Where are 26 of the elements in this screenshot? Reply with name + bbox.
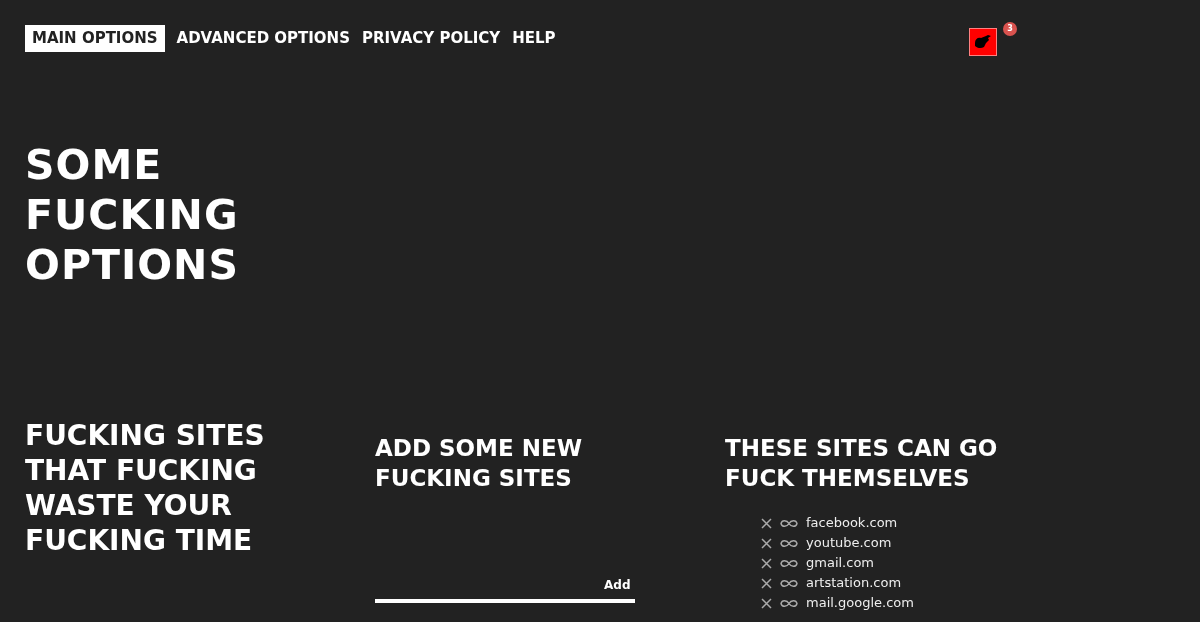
remove-icon[interactable] xyxy=(761,597,772,609)
infinity-icon[interactable] xyxy=(780,598,798,608)
site-domain: youtube.com xyxy=(806,534,892,553)
infinity-icon[interactable] xyxy=(780,518,798,528)
nav-tab[interactable]: MAIN OPTIONS xyxy=(25,25,165,52)
site-domain: artstation.com xyxy=(806,574,902,593)
section-heading: FUCKING SITES THAT FUCKING WASTE YOUR FUCKING TIME xyxy=(25,418,266,558)
remove-icon[interactable] xyxy=(761,577,772,589)
infinity-icon[interactable] xyxy=(780,558,798,568)
site-domain: mail.google.com xyxy=(806,594,914,613)
extension-icon[interactable] xyxy=(969,28,997,56)
remove-icon[interactable] xyxy=(761,517,772,529)
add-button[interactable]: Add xyxy=(604,576,631,594)
remove-icon[interactable] xyxy=(761,537,772,549)
notification-badge: 3 xyxy=(1003,22,1017,36)
page-title: SOME FUCKING OPTIONS xyxy=(25,140,240,290)
infinity-icon[interactable] xyxy=(780,538,798,548)
site-domain: facebook.com xyxy=(806,514,898,533)
section-heading: THESE SITES CAN GO FUCK THEMSELVES xyxy=(725,434,999,493)
section-heading: ADD SOME NEW FUCKING SITES xyxy=(375,434,584,493)
remove-icon[interactable] xyxy=(761,557,772,569)
nav-tab[interactable]: ADVANCED OPTIONS xyxy=(176,25,350,52)
site-domain: gmail.com xyxy=(806,554,874,573)
nav-tab[interactable]: HELP xyxy=(512,25,556,52)
nav-tab[interactable]: PRIVACY POLICY xyxy=(362,25,501,52)
infinity-icon[interactable] xyxy=(780,578,798,588)
